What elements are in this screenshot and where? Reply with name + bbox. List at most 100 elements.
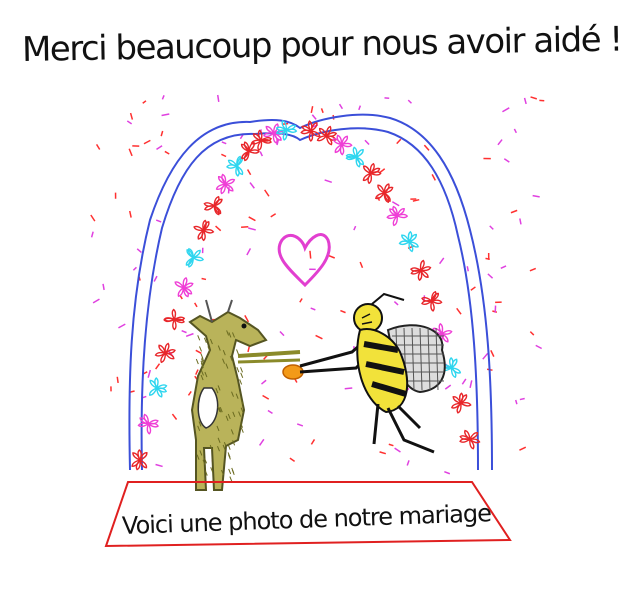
flower-icon bbox=[154, 342, 176, 364]
confetti-dash bbox=[102, 283, 105, 291]
confetti-dash bbox=[502, 107, 510, 113]
flower-icon bbox=[148, 377, 168, 398]
confetti-dash bbox=[143, 371, 148, 375]
confetti-dash bbox=[391, 201, 400, 207]
confetti-dash bbox=[246, 169, 252, 176]
confetti-dash bbox=[129, 112, 134, 120]
confetti-dash bbox=[469, 380, 473, 389]
confetti-dash bbox=[248, 216, 256, 222]
confetti-dash bbox=[513, 128, 518, 134]
flower-icon bbox=[451, 392, 472, 414]
confetti-dash bbox=[358, 105, 362, 111]
confetti-dash bbox=[523, 97, 527, 105]
confetti-dash bbox=[299, 298, 303, 303]
confetti-dash bbox=[249, 182, 255, 189]
confetti-dash bbox=[379, 451, 387, 455]
confetti-dash bbox=[519, 218, 522, 225]
confetti-dash bbox=[466, 266, 469, 272]
flower-icon bbox=[163, 308, 186, 331]
confetti-dash bbox=[143, 139, 151, 145]
confetti-dash bbox=[529, 267, 537, 272]
confetti-dash bbox=[431, 173, 437, 181]
confetti-dash bbox=[412, 198, 420, 202]
confetti-dash bbox=[394, 447, 401, 453]
confetti-dash bbox=[262, 394, 270, 400]
confetti-dash bbox=[519, 446, 527, 451]
confetti-dash bbox=[118, 323, 126, 329]
confetti-dash bbox=[95, 144, 101, 150]
confetti bbox=[90, 94, 545, 475]
flower-icon bbox=[226, 155, 244, 177]
confetti-dash bbox=[155, 363, 161, 370]
confetti-dash bbox=[136, 248, 142, 254]
flower-icon bbox=[410, 259, 432, 282]
confetti-dash bbox=[489, 225, 494, 230]
confetti-dash bbox=[90, 231, 94, 238]
confetti-dash bbox=[503, 158, 510, 163]
confetti-dash bbox=[246, 248, 252, 256]
flower-icon bbox=[131, 449, 148, 471]
confetti-dash bbox=[194, 302, 198, 308]
flower-icon bbox=[240, 141, 260, 162]
confetti-dash bbox=[393, 301, 399, 306]
confetti-dash bbox=[116, 376, 119, 384]
flower-icon bbox=[345, 146, 364, 168]
confetti-dash bbox=[296, 423, 304, 427]
confetti-dash bbox=[195, 349, 202, 354]
confetti-dash bbox=[530, 96, 538, 100]
confetti-dash bbox=[221, 153, 227, 158]
confetti-dash bbox=[155, 463, 163, 468]
confetti-dash bbox=[461, 378, 467, 385]
confetti-dash bbox=[261, 379, 267, 385]
confetti-dash bbox=[92, 298, 100, 304]
confetti-dash bbox=[147, 369, 152, 378]
confetti-dash bbox=[344, 387, 353, 390]
confetti-dash bbox=[324, 179, 333, 183]
confetti-dash bbox=[309, 250, 312, 259]
confetti-dash bbox=[444, 384, 452, 390]
confetti-dash bbox=[264, 189, 270, 197]
confetti-dash bbox=[529, 331, 535, 336]
confetti-dash bbox=[315, 334, 323, 340]
confetti-dash bbox=[490, 350, 495, 357]
confetti-dash bbox=[160, 130, 164, 137]
confetti-dash bbox=[126, 120, 133, 125]
confetti-dash bbox=[510, 209, 518, 214]
confetti-dash bbox=[456, 307, 462, 315]
confetti-dash bbox=[248, 227, 256, 231]
confetti-dash bbox=[142, 100, 147, 104]
confetti-dash bbox=[310, 439, 316, 445]
heart bbox=[277, 233, 331, 288]
confetti-dash bbox=[128, 148, 133, 157]
flower-icon bbox=[215, 173, 236, 195]
confetti-dash bbox=[439, 257, 445, 265]
confetti-dash bbox=[364, 139, 370, 146]
confetti-dash bbox=[153, 275, 158, 282]
confetti-dash bbox=[514, 399, 518, 405]
illustration bbox=[90, 94, 545, 548]
confetti-dash bbox=[407, 99, 412, 104]
confetti-dash bbox=[338, 103, 344, 110]
confetti-dash bbox=[155, 219, 162, 223]
confetti-dash bbox=[201, 277, 207, 281]
confetti-dash bbox=[132, 266, 137, 271]
confetti-dash bbox=[406, 460, 410, 466]
confetti-dash bbox=[270, 213, 277, 218]
confetti-dash bbox=[535, 344, 543, 350]
confetti-dash bbox=[470, 286, 476, 291]
confetti-dash bbox=[195, 369, 199, 375]
confetti-dash bbox=[267, 409, 273, 414]
flower-icon bbox=[459, 429, 481, 450]
confetti-dash bbox=[396, 138, 402, 145]
flower-icon bbox=[362, 162, 382, 185]
confetti-dash bbox=[181, 329, 187, 334]
confetti-dash bbox=[388, 443, 394, 447]
goat-figure bbox=[188, 299, 301, 491]
confetti-dash bbox=[310, 106, 314, 114]
confetti-dash bbox=[187, 391, 192, 396]
confetti-dash bbox=[423, 144, 430, 151]
confetti-dash bbox=[279, 330, 285, 337]
confetti-dash bbox=[259, 151, 264, 157]
confetti-dash bbox=[221, 141, 227, 145]
bee-figure bbox=[299, 292, 446, 454]
